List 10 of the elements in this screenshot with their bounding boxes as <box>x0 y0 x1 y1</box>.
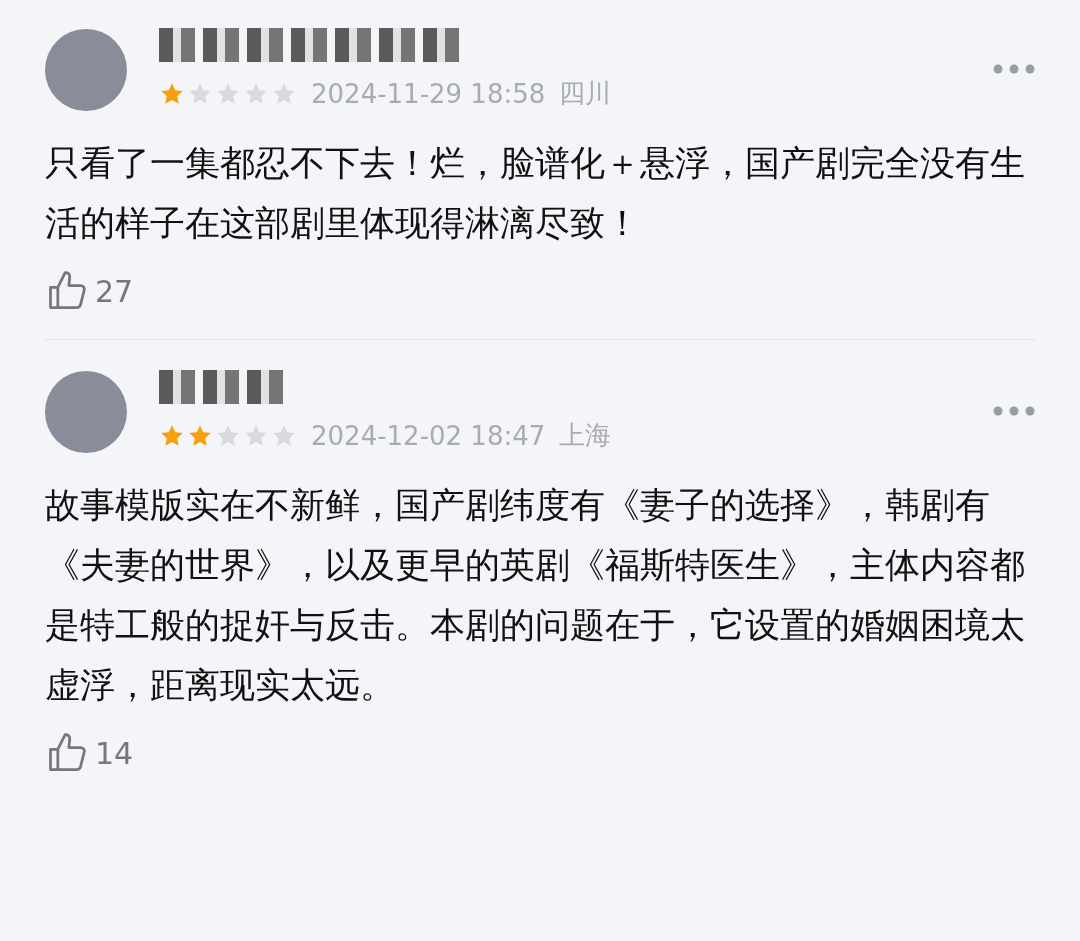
review-location: 上海 <box>559 419 612 452</box>
review-date: 2024-12-02 18:47 <box>311 420 546 451</box>
more-icon[interactable] <box>993 406 1035 416</box>
review-location: 四川 <box>559 77 612 110</box>
like-count: 14 <box>95 735 134 771</box>
review-text: 只看了一集都忍不下去！烂，脸谱化＋悬浮，国产剧完全没有生活的样子在这部剧里体现得淋漓尽致！ <box>45 142 1026 245</box>
review-date: 2024-11-29 18:58 <box>311 78 546 109</box>
review-text: 故事模版实在不新鲜，国产剧纬度有《妻子的选择》，韩剧有《夫妻的世界》，以及更早的英剧《福斯特医生》，主体内容都是特工般的捉奸与反击。本剧的问题在于，它设置的婚姻困境太虚浮，距离现实太远。 <box>45 484 1026 707</box>
more-icon[interactable] <box>993 64 1035 74</box>
like-count: 27 <box>95 273 134 309</box>
